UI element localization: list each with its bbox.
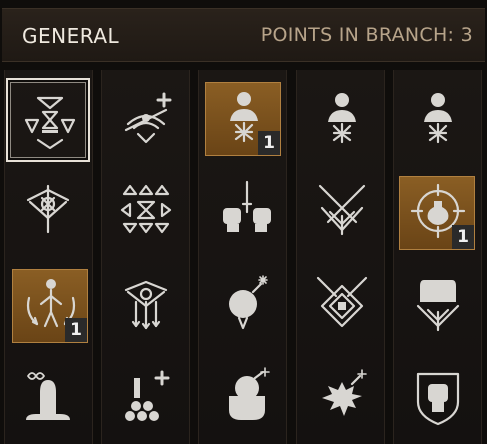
chest-shield-icon [416, 280, 460, 332]
skill-slot-r4c1[interactable] [6, 356, 90, 440]
branch-header: GENERAL POINTS IN BRANCH: 3 [2, 8, 485, 62]
skill-level-badge: 1 [452, 225, 474, 249]
fists-dagger-icon [223, 180, 271, 232]
swords-spiral-shield-icon [316, 276, 368, 328]
skill-slot-r3c1[interactable]: 1 [12, 269, 88, 343]
skill-level-badge: 1 [65, 318, 87, 342]
skill-slot-r1c1[interactable] [6, 78, 90, 162]
skill-slot-r1c3[interactable]: 1 [205, 82, 281, 156]
skill-slot-r2c2[interactable] [104, 168, 188, 252]
skill-level-badge: 1 [258, 131, 280, 155]
triangles-hourglass-icon [120, 184, 172, 234]
fist-shield-icon [416, 372, 460, 426]
bust-plus-icon [328, 93, 356, 144]
branch-title: GENERAL [22, 24, 120, 48]
crossed-swords-shield-icon [318, 184, 366, 236]
bomb-icon [229, 275, 268, 330]
shield-bash-plus-icon [124, 92, 172, 144]
hourglass-triangles-icon [24, 96, 76, 150]
skill-slot-r4c2[interactable] [104, 356, 188, 440]
bomb-stack-plus-icon [125, 370, 170, 421]
hand-bomb-icon [229, 367, 270, 420]
skill-slot-r1c4[interactable] [300, 78, 384, 162]
skill-slot-r2c3[interactable] [205, 168, 289, 252]
points-in-branch: POINTS IN BRANCH: 3 [260, 24, 473, 46]
skill-slot-r2c5[interactable]: 1 [399, 176, 475, 250]
skill-slot-r3c4[interactable] [300, 262, 384, 346]
burst-bomb-icon [322, 369, 367, 416]
skill-slot-r3c5[interactable] [396, 262, 480, 346]
skill-slot-r1c5[interactable] [396, 78, 480, 162]
crossbow-bolts-icon [124, 280, 168, 330]
skill-slot-r3c3[interactable] [205, 262, 289, 346]
skill-slot-r4c3[interactable] [205, 356, 289, 440]
skill-slot-r4c5[interactable] [396, 356, 480, 440]
skill-slot-r3c2[interactable] [104, 262, 188, 346]
skill-slot-r4c4[interactable] [300, 356, 384, 440]
bust-plus-icon [424, 93, 452, 144]
skill-slot-r2c4[interactable] [300, 168, 384, 252]
skill-slot-r1c2[interactable] [104, 78, 188, 162]
infinity-stone-icon [26, 372, 70, 420]
crossbow-icon [26, 184, 70, 234]
skill-slot-r2c1[interactable] [6, 168, 90, 252]
